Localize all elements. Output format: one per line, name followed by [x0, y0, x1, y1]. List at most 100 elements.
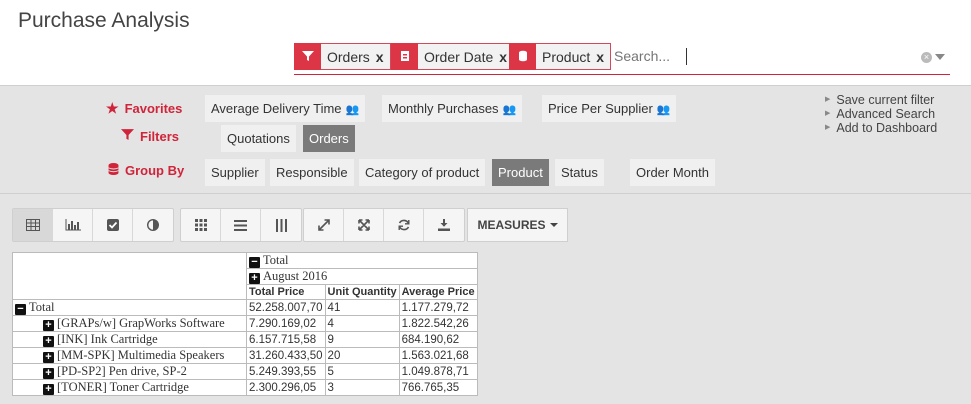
table-icon: [25, 219, 40, 231]
facet-label: Product: [542, 48, 591, 65]
columns-layout-button[interactable]: [261, 209, 301, 241]
pivot-cell: 7.290.169,02: [246, 315, 326, 332]
remove-facet-button[interactable]: x: [596, 49, 610, 65]
groupby-order-month[interactable]: Order Month: [630, 159, 715, 186]
grid-icon: [194, 219, 207, 231]
filter-orders[interactable]: Orders: [303, 125, 355, 152]
pivot-col-group-header[interactable]: + August 2016: [246, 268, 478, 285]
bar-chart-button[interactable]: [53, 209, 93, 241]
columns-icon: [275, 218, 287, 232]
groupby-responsible[interactable]: Responsible: [270, 159, 354, 186]
table-row: − Total 52.258.007,70 41 1.177.279,72: [12, 299, 478, 316]
collapse-icon: −: [249, 257, 260, 268]
groupby-product[interactable]: Product: [492, 159, 549, 186]
pivot-cell: 3: [324, 379, 400, 396]
pivot-row-header[interactable]: + [PD-SP2] Pen drive, SP-2: [12, 363, 247, 380]
remove-facet-button[interactable]: x: [376, 49, 390, 65]
caret-right-icon: ▶: [825, 124, 831, 131]
pivot-cell: 31.260.433,50: [246, 347, 326, 364]
checkbox-icon: [106, 219, 119, 231]
table-row: + [MM-SPK] Multimedia Speakers 31.260.433…: [12, 347, 478, 364]
pivot-row-total-header[interactable]: − Total: [12, 299, 247, 316]
refresh-button[interactable]: [384, 209, 424, 241]
star-icon: ★: [106, 100, 119, 116]
text-cursor: [686, 48, 687, 65]
pivot-col-total-header[interactable]: − Total: [246, 252, 478, 269]
expand-icon: +: [43, 384, 54, 395]
pie-chart-button[interactable]: [133, 209, 173, 241]
view-mode-toolbar: [12, 208, 174, 242]
expand-icon: +: [43, 368, 54, 379]
expand-icon: +: [43, 352, 54, 363]
favorite-average-delivery-time[interactable]: Average Delivery Time 👥: [205, 95, 366, 122]
groupby-status[interactable]: Status: [555, 159, 604, 186]
filter-icon: [294, 42, 321, 70]
users-icon: 👥: [345, 104, 360, 116]
pivot-cell: 41: [324, 299, 400, 316]
facet-product[interactable]: Product x: [509, 42, 612, 70]
pivot-cell: 52.258.007,70: [246, 299, 326, 316]
caret-right-icon: ▶: [825, 110, 831, 117]
pivot-row-header[interactable]: + [INK] Ink Cartridge: [12, 331, 247, 348]
list-icon: [234, 219, 247, 231]
group-by-icon: [509, 42, 536, 70]
clear-search-icon[interactable]: ×: [921, 52, 932, 63]
search-actions: ▶ Save current filter ▶ Advanced Search ▶ A…: [825, 93, 937, 135]
search-bar[interactable]: Orders x Order Date x Product x ×: [294, 42, 950, 75]
favorite-price-per-supplier[interactable]: Price Per Supplier 👥: [542, 95, 677, 122]
table-row: + [TONER] Toner Cartridge 2.300.296,05 3 …: [12, 379, 478, 396]
pivot-cell: 684.190,62: [398, 331, 478, 348]
add-to-dashboard-link[interactable]: ▶ Add to Dashboard: [825, 121, 937, 135]
pivot-cell: 2.300.296,05: [246, 379, 326, 396]
table-row: + [GRAPs/w] GrapWorks Software 7.290.169,…: [12, 315, 478, 332]
filter-icon: [121, 128, 134, 144]
pivot-cell: 4: [324, 315, 400, 332]
bar-chart-icon: [65, 219, 81, 231]
filters-heading[interactable]: Filters: [121, 128, 179, 144]
groupby-heading[interactable]: Group By: [108, 162, 184, 179]
pivot-row-header[interactable]: + [GRAPs/w] GrapWorks Software: [12, 315, 247, 332]
search-input[interactable]: [614, 48, 814, 64]
measure-header: Unit Quantity: [324, 284, 400, 300]
facet-order-date[interactable]: Order Date x: [391, 42, 515, 70]
rows-layout-button[interactable]: [221, 209, 261, 241]
layout-toolbar: [180, 208, 302, 242]
facet-label: Orders: [327, 48, 370, 65]
actions-toolbar: [303, 208, 465, 242]
users-icon: 👥: [502, 104, 517, 116]
expand-button[interactable]: [304, 209, 344, 241]
filter-quotations[interactable]: Quotations: [221, 125, 296, 152]
table-row: + [INK] Ink Cartridge 6.157.715,58 9 684.…: [12, 331, 478, 348]
pivot-row-header[interactable]: + [TONER] Toner Cartridge: [12, 379, 247, 396]
pivot-cell: 1.563.021,68: [398, 347, 478, 364]
advanced-search-link[interactable]: ▶ Advanced Search: [825, 107, 937, 121]
measure-header: Average Price: [398, 284, 478, 300]
favorite-monthly-purchases[interactable]: Monthly Purchases 👥: [382, 95, 523, 122]
save-current-filter-link[interactable]: ▶ Save current filter: [825, 93, 937, 107]
check-button[interactable]: [93, 209, 133, 241]
pivot-cell: 5.249.393,55: [246, 363, 326, 380]
download-button[interactable]: [424, 209, 464, 241]
groupby-category-of-product[interactable]: Category of product: [359, 159, 486, 186]
arrows-icon: [357, 219, 370, 231]
table-row: + [PD-SP2] Pen drive, SP-2 5.249.393,55 5…: [12, 363, 478, 380]
pivot-view-button[interactable]: [13, 209, 53, 241]
expand-icon: [317, 219, 330, 231]
favorites-heading[interactable]: ★ Favorites: [106, 100, 182, 117]
pivot-cell: 1.049.878,71: [398, 363, 478, 380]
expand-icon: +: [43, 336, 54, 347]
control-panel: Purchase Analysis Orders x Order Date x …: [0, 0, 971, 86]
groupby-supplier[interactable]: Supplier: [205, 159, 265, 186]
search-options-caret-icon[interactable]: [935, 54, 945, 60]
fullscreen-button[interactable]: [344, 209, 384, 241]
facet-label: Order Date: [424, 48, 494, 65]
users-icon: 👥: [656, 104, 671, 116]
download-icon: [438, 219, 450, 231]
facet-orders[interactable]: Orders x: [294, 42, 391, 70]
caret-right-icon: ▶: [825, 96, 831, 103]
pivot-row-header[interactable]: + [MM-SPK] Multimedia Speakers: [12, 347, 247, 364]
grid-layout-button[interactable]: [181, 209, 221, 241]
expand-icon: +: [249, 273, 260, 284]
expand-icon: +: [43, 320, 54, 331]
measures-dropdown-button[interactable]: MEASURES: [467, 208, 568, 242]
